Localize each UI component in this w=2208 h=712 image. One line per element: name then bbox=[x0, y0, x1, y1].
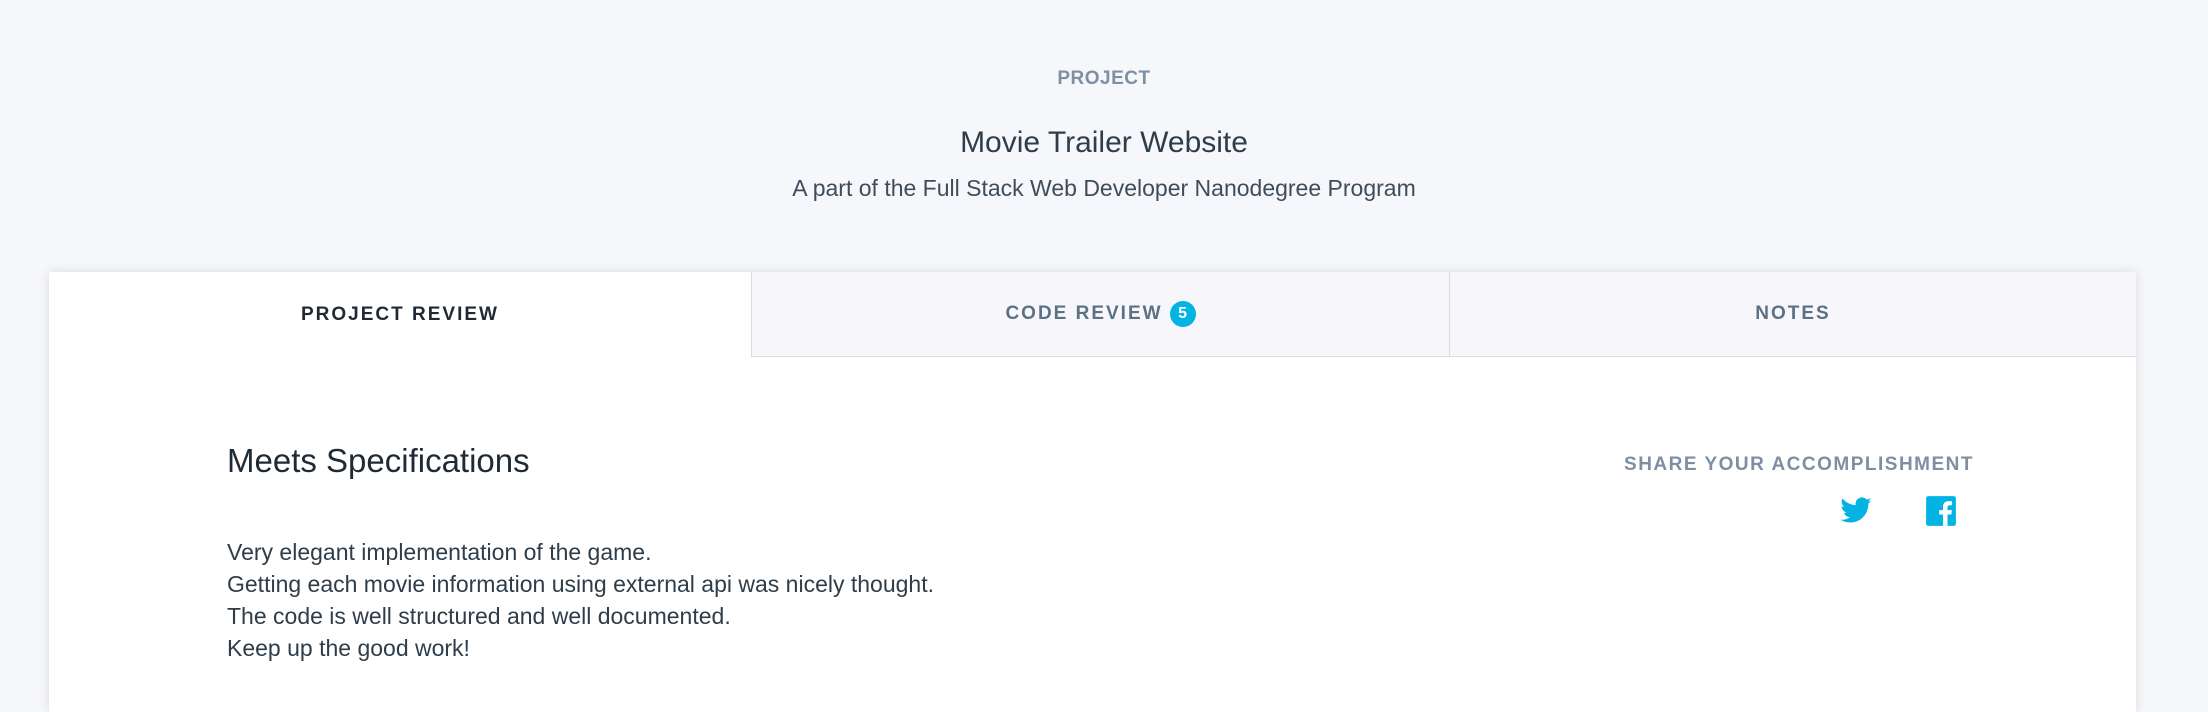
comment-line: Keep up the good work! bbox=[227, 635, 470, 661]
project-eyebrow: PROJECT bbox=[1057, 68, 1151, 89]
twitter-icon[interactable] bbox=[1839, 494, 1873, 528]
share-accomplishment-label: SHARE YOUR ACCOMPLISHMENT bbox=[1624, 454, 1974, 475]
facebook-icon[interactable] bbox=[1924, 494, 1958, 528]
tab-project-review-label: PROJECT REVIEW bbox=[301, 303, 499, 325]
review-card: PROJECT REVIEW CODE REVIEW 5 NOTES Meets… bbox=[49, 272, 2136, 712]
tab-notes-label: NOTES bbox=[1755, 303, 1831, 324]
comment-line: The code is well structured and well doc… bbox=[227, 603, 731, 629]
share-icons bbox=[1839, 494, 1979, 534]
comment-line: Very elegant implementation of the game. bbox=[227, 539, 652, 565]
tab-project-review[interactable]: PROJECT REVIEW bbox=[49, 272, 751, 357]
code-review-count-badge: 5 bbox=[1169, 301, 1196, 327]
tab-code-review[interactable]: CODE REVIEW 5 bbox=[751, 272, 1449, 357]
tab-code-review-label: CODE REVIEW bbox=[1005, 303, 1163, 324]
reviewer-comment: Very elegant implementation of the game.… bbox=[227, 536, 934, 664]
page-title: Movie Trailer Website bbox=[960, 126, 1248, 159]
tab-notes[interactable]: NOTES bbox=[1449, 272, 2136, 357]
program-subtitle: A part of the Full Stack Web Developer N… bbox=[792, 175, 1416, 201]
review-result-heading: Meets Specifications bbox=[227, 442, 530, 479]
review-tabs: PROJECT REVIEW CODE REVIEW 5 NOTES bbox=[49, 272, 2136, 357]
project-header: PROJECT Movie Trailer Website A part of … bbox=[0, 0, 2208, 270]
comment-line: Getting each movie information using ext… bbox=[227, 571, 935, 597]
